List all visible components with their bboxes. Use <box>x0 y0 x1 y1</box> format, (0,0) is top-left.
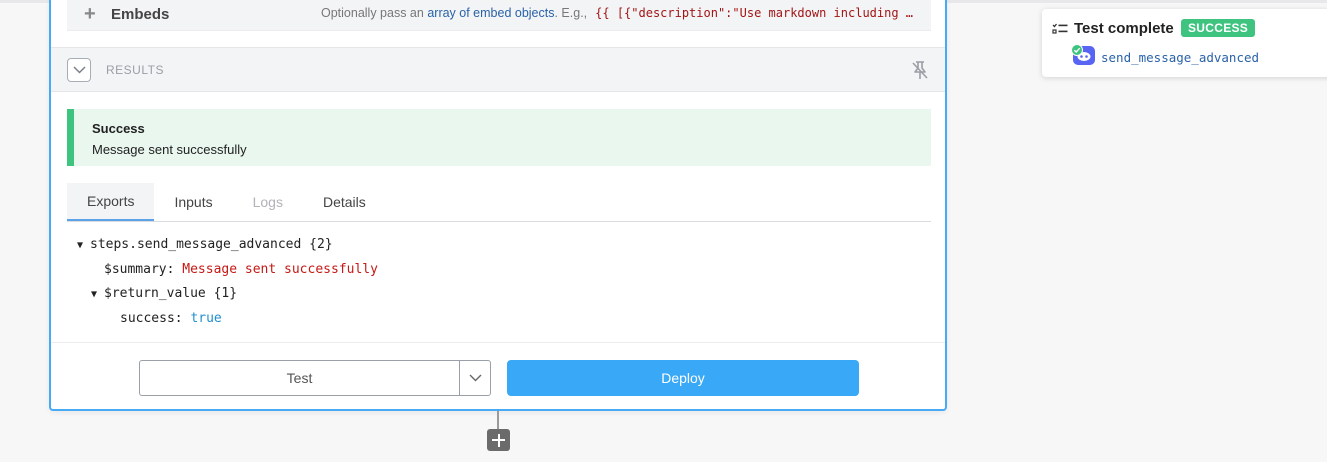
step-card: + Embeds Optionally pass an array of emb… <box>49 0 947 411</box>
embeds-description: Optionally pass an array of embed object… <box>321 6 913 20</box>
tab-details[interactable]: Details <box>303 183 386 221</box>
list-check-icon <box>1052 23 1068 34</box>
results-label: RESULTS <box>106 63 164 77</box>
summary-key: $summary: <box>104 261 175 277</box>
success-alert: Success Message sent successfully <box>67 109 931 166</box>
embeds-desc-prefix: Optionally pass an <box>321 6 424 20</box>
deploy-button[interactable]: Deploy <box>507 360 859 396</box>
success-value: true <box>190 310 222 326</box>
success-message: Message sent successfully <box>92 142 247 157</box>
unpin-icon[interactable] <box>911 60 929 80</box>
embeds-param-row[interactable]: + Embeds Optionally pass an array of emb… <box>67 0 931 31</box>
test-options-dropdown[interactable] <box>459 360 491 396</box>
test-complete-toast: Test complete SUCCESS send_message_advan… <box>1042 9 1327 77</box>
caret-down-icon[interactable]: ▼ <box>91 283 104 308</box>
tree-node-summary: $summary: Message sent successfully <box>77 258 378 283</box>
chevron-down-icon <box>73 66 86 74</box>
summary-value: Message sent successfully <box>182 261 378 277</box>
toast-step-link[interactable]: send_message_advanced <box>1101 50 1259 65</box>
results-header: RESULTS <box>51 47 945 92</box>
embeds-code-example: {{ [{"description":"Use markdown includi… <box>595 6 914 20</box>
add-step-plus-icon[interactable] <box>487 429 510 451</box>
step-connector-line <box>497 411 499 429</box>
footer-divider <box>51 342 945 343</box>
tree-root-label: steps.send_message_advanced {2} <box>90 237 333 252</box>
plus-icon[interactable]: + <box>84 4 104 24</box>
tree-node-success: success: true <box>77 307 378 332</box>
results-collapse-toggle[interactable] <box>67 58 91 82</box>
embeds-docs-link[interactable]: array of embed objects <box>427 6 554 20</box>
results-tabs: Exports Inputs Logs Details <box>67 183 931 222</box>
toast-title: Test complete <box>1074 20 1174 37</box>
chevron-down-icon <box>469 374 482 382</box>
embeds-desc-suffix: . E.g., <box>554 6 588 20</box>
tab-inputs[interactable]: Inputs <box>154 183 232 221</box>
caret-down-icon[interactable]: ▼ <box>77 234 90 259</box>
status-badge: SUCCESS <box>1181 19 1256 37</box>
return-value-label: $return_value {1} <box>104 286 238 301</box>
success-key: success: <box>120 310 183 326</box>
tab-logs[interactable]: Logs <box>233 183 303 221</box>
tree-node-return-value[interactable]: ▼ $return_value {1} <box>77 282 378 307</box>
check-circle-icon <box>1071 44 1083 56</box>
success-title: Success <box>92 121 145 136</box>
exports-tree: ▼ steps.send_message_advanced {2} $summar… <box>77 233 378 331</box>
tree-node-root[interactable]: ▼ steps.send_message_advanced {2} <box>77 233 378 258</box>
embeds-label: Embeds <box>111 5 170 23</box>
tab-exports[interactable]: Exports <box>67 183 155 221</box>
test-button[interactable]: Test <box>139 360 460 396</box>
